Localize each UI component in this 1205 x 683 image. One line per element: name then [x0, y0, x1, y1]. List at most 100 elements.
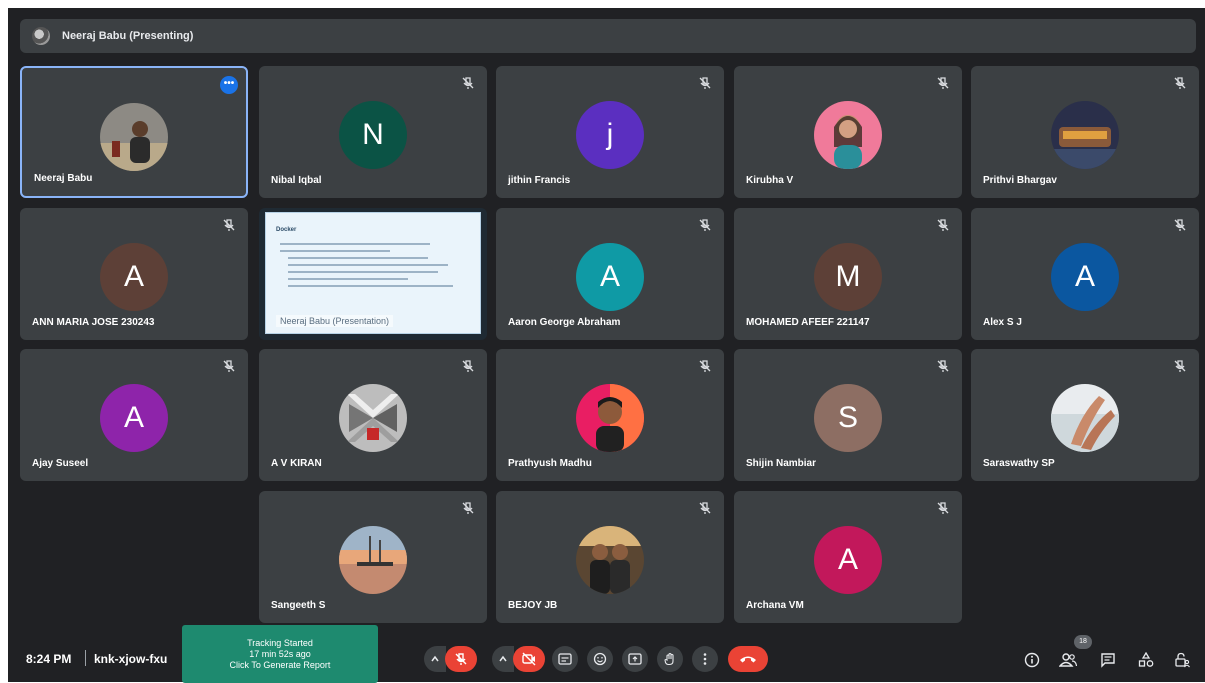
- participant-tile[interactable]: A V KIRAN: [259, 349, 487, 481]
- mic-off-icon: [937, 219, 949, 231]
- present-screen-icon: [628, 653, 642, 665]
- avatar: [814, 101, 882, 169]
- avatar: [1051, 101, 1119, 169]
- avatar: A: [576, 243, 644, 311]
- participant-tile[interactable]: Saraswathy SP: [971, 349, 1199, 481]
- participant-tile[interactable]: A ANN MARIA JOSE 230243: [20, 208, 248, 340]
- participant-tile[interactable]: A Ajay Suseel: [20, 349, 248, 481]
- mic-options-button[interactable]: [424, 646, 446, 672]
- people-icon: [1059, 653, 1077, 667]
- participant-tile[interactable]: N Nibal Iqbal: [259, 66, 487, 198]
- participant-tile[interactable]: Kirubha V: [734, 66, 962, 198]
- participant-name: Aaron George Abraham: [508, 317, 621, 328]
- chevron-up-icon: [431, 655, 439, 662]
- avatar: [576, 526, 644, 594]
- participant-name: Archana VM: [746, 600, 804, 611]
- raise-hand-button[interactable]: [657, 646, 683, 672]
- meeting-details-button[interactable]: [1022, 650, 1042, 670]
- participant-tile[interactable]: A Aaron George Abraham: [496, 208, 724, 340]
- mic-off-icon: [699, 219, 711, 231]
- participant-tile[interactable]: Prithvi Bhargav: [971, 66, 1199, 198]
- presenter-avatar: [32, 27, 50, 45]
- mic-off-icon: [455, 653, 467, 665]
- mic-off-icon: [937, 77, 949, 89]
- people-button[interactable]: [1058, 650, 1078, 670]
- camera-options-button[interactable]: [492, 646, 514, 672]
- present-screen-button[interactable]: [622, 646, 648, 672]
- bottom-toolbar: 8:24 PM knk-xjow-fxu Tracking Started 17…: [8, 625, 1205, 683]
- presentation-tile[interactable]: Docker Neeraj Babu (Presentation): [259, 208, 487, 340]
- participant-tile[interactable]: A Archana VM: [734, 491, 962, 623]
- participant-name: BEJOY JB: [508, 600, 558, 611]
- tracking-report-button[interactable]: Tracking Started 17 min 52s ago Click To…: [182, 625, 378, 683]
- avatar: A: [100, 243, 168, 311]
- camera-toggle-button[interactable]: [513, 646, 545, 672]
- lock-person-icon: [1175, 652, 1190, 668]
- end-call-icon: [740, 656, 756, 663]
- mic-off-icon: [937, 360, 949, 372]
- captions-icon: [558, 653, 572, 665]
- avatar: M: [814, 243, 882, 311]
- more-vertical-icon: [703, 653, 707, 665]
- more-options-button[interactable]: [692, 646, 718, 672]
- participant-name: ANN MARIA JOSE 230243: [32, 317, 155, 328]
- mic-off-icon: [462, 502, 474, 514]
- participant-name: jithin Francis: [508, 175, 571, 186]
- participant-tile[interactable]: S Shijin Nambiar: [734, 349, 962, 481]
- mic-off-icon: [1174, 360, 1186, 372]
- tracking-status: Tracking Started: [247, 637, 313, 648]
- reactions-button[interactable]: [587, 646, 613, 672]
- participant-name: Nibal Iqbal: [271, 175, 322, 186]
- participant-tile[interactable]: M MOHAMED AFEEF 221147: [734, 208, 962, 340]
- mic-off-icon: [223, 219, 235, 231]
- emoji-icon: [593, 652, 607, 666]
- participant-name: Sangeeth S: [271, 600, 326, 611]
- meeting-time: 8:24 PM: [26, 652, 72, 666]
- participant-name: Alex S J: [983, 317, 1022, 328]
- mic-off-icon: [699, 77, 711, 89]
- participant-tile[interactable]: ••• Neeraj Babu: [20, 66, 248, 198]
- presenter-label: Neeraj Babu (Presenting): [62, 30, 194, 42]
- host-controls-button[interactable]: [1172, 650, 1192, 670]
- activities-button[interactable]: [1136, 650, 1156, 670]
- avatar: [339, 384, 407, 452]
- mic-toggle-button[interactable]: [445, 646, 477, 672]
- participant-tile[interactable]: BEJOY JB: [496, 491, 724, 623]
- hand-icon: [664, 652, 674, 666]
- info-icon: [1024, 652, 1040, 668]
- participant-name: Neeraj Babu: [34, 173, 93, 184]
- presenter-bar[interactable]: Neeraj Babu (Presenting): [20, 19, 1196, 53]
- avatar: [100, 103, 168, 171]
- divider: [85, 650, 86, 666]
- avatar: A: [100, 384, 168, 452]
- presentation-label: Neeraj Babu (Presentation): [276, 315, 394, 327]
- participant-tile[interactable]: A Alex S J: [971, 208, 1199, 340]
- participant-name: Prithvi Bhargav: [983, 175, 1057, 186]
- participant-name: Saraswathy SP: [983, 458, 1055, 469]
- participant-name: Prathyush Madhu: [508, 458, 592, 469]
- chat-icon: [1101, 653, 1115, 668]
- mic-off-icon: [223, 360, 235, 372]
- avatar: A: [1051, 243, 1119, 311]
- camera-off-icon: [522, 652, 536, 666]
- mic-off-icon: [462, 360, 474, 372]
- more-options-icon[interactable]: •••: [220, 76, 238, 94]
- mic-off-icon: [1174, 77, 1186, 89]
- participant-tile[interactable]: Sangeeth S: [259, 491, 487, 623]
- participant-name: MOHAMED AFEEF 221147: [746, 317, 870, 328]
- tracking-action: Click To Generate Report: [229, 659, 331, 670]
- participant-name: Kirubha V: [746, 175, 794, 186]
- chat-button[interactable]: [1098, 650, 1118, 670]
- participant-tile[interactable]: j jithin Francis: [496, 66, 724, 198]
- participant-tile[interactable]: Prathyush Madhu: [496, 349, 724, 481]
- mic-off-icon: [1174, 219, 1186, 231]
- captions-button[interactable]: [552, 646, 578, 672]
- meeting-stage: Neeraj Babu (Presenting) ••• Neeraj Babu…: [8, 8, 1205, 683]
- avatar: [339, 526, 407, 594]
- mic-off-icon: [937, 502, 949, 514]
- mic-off-icon: [699, 360, 711, 372]
- mic-off-icon: [462, 77, 474, 89]
- end-call-button[interactable]: [728, 646, 768, 672]
- avatar: [576, 384, 644, 452]
- mic-off-icon: [699, 502, 711, 514]
